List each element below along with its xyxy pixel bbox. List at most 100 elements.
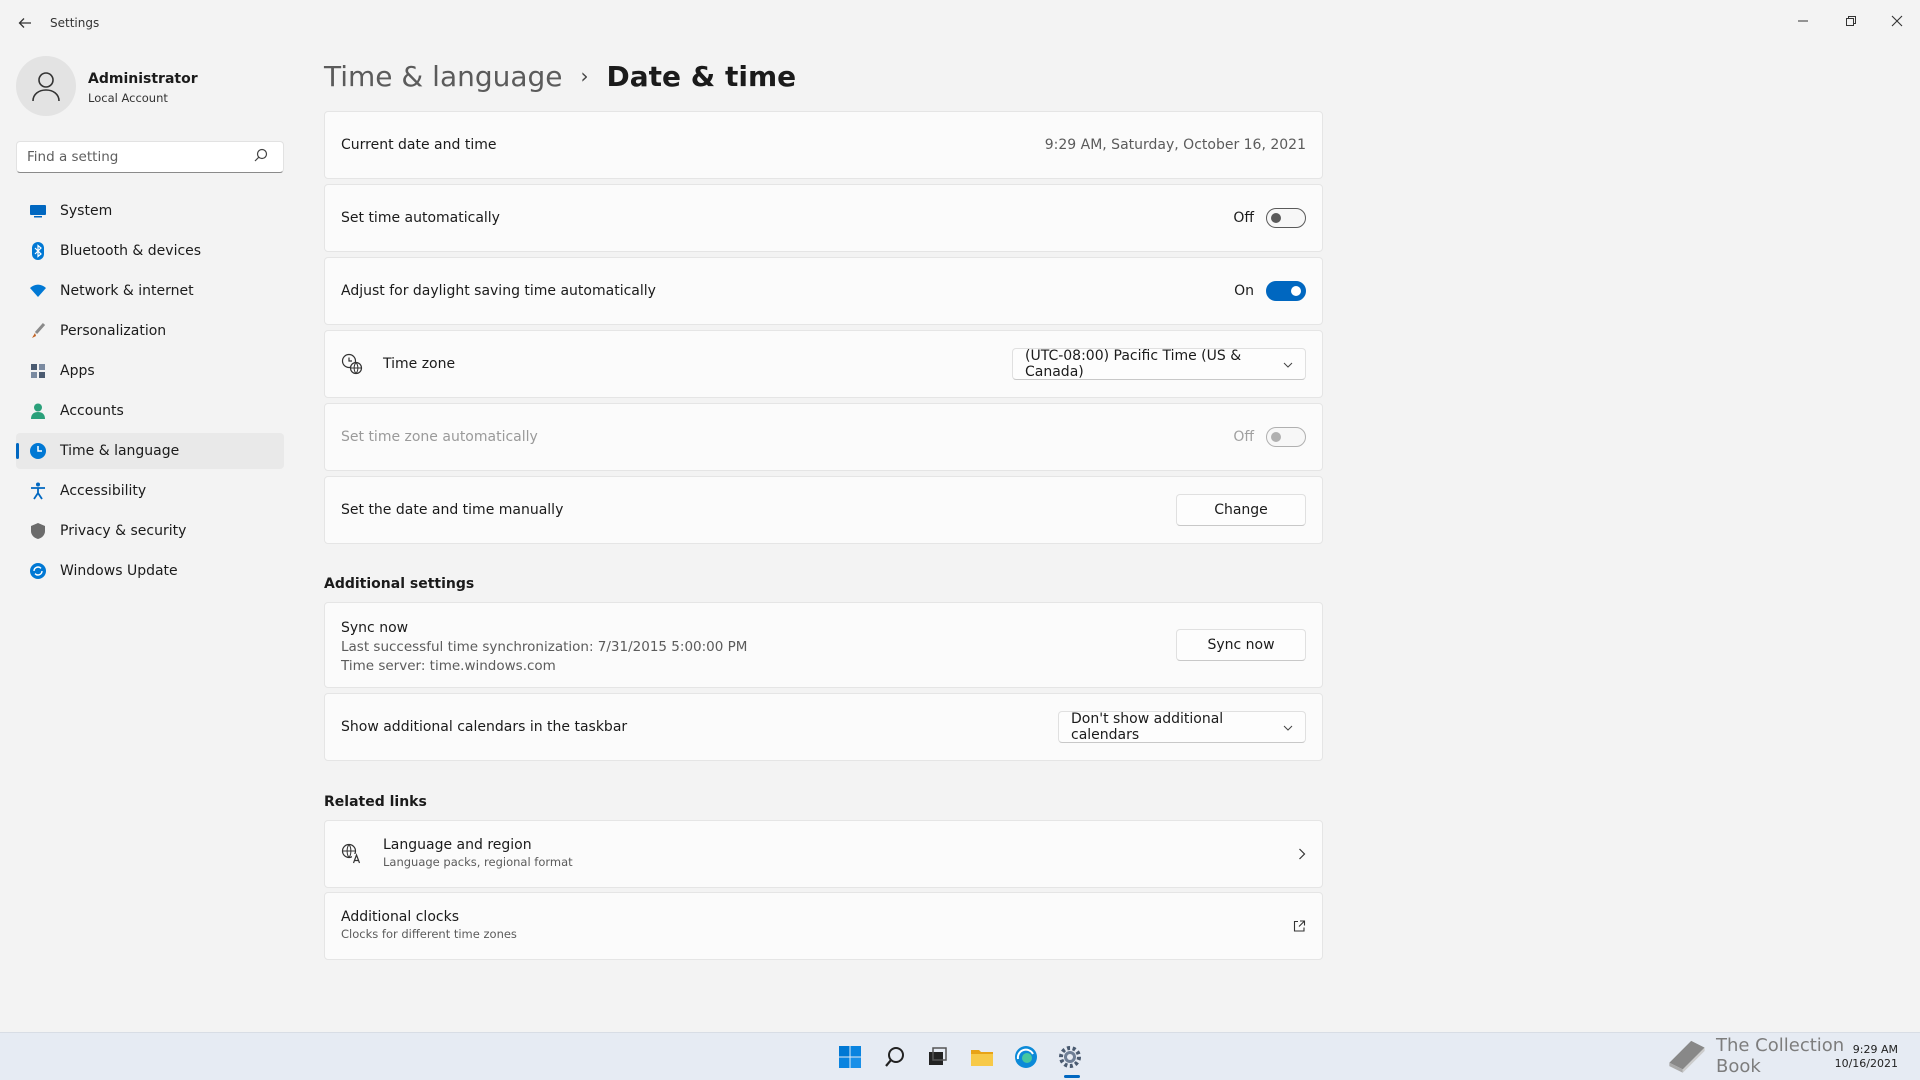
start-icon[interactable]: [834, 1041, 866, 1073]
edge-icon[interactable]: [1010, 1041, 1042, 1073]
toggle-knob: [1291, 286, 1301, 296]
sync-time-server: Time server: time.windows.com: [341, 658, 556, 674]
globe-clock-icon: [28, 441, 48, 461]
sidebar-item-time-language[interactable]: Time & language: [16, 433, 284, 469]
sidebar-item-label: Bluetooth & devices: [60, 243, 202, 259]
sidebar-nav: System Bluetooth & devices Network & int…: [16, 193, 284, 593]
sync-title: Sync now: [341, 620, 409, 636]
close-icon[interactable]: [1874, 6, 1920, 36]
breadcrumb-separator: ›: [580, 64, 589, 88]
user-name: Administrator: [88, 71, 198, 87]
sidebar-item-label: Accessibility: [60, 483, 147, 499]
open-external-icon: [1293, 920, 1306, 933]
sidebar-item-privacy[interactable]: Privacy & security: [16, 513, 284, 549]
sync-now-button[interactable]: Sync now: [1176, 629, 1306, 661]
back-arrow-icon[interactable]: [14, 12, 36, 34]
minimize-icon[interactable]: [1780, 6, 1826, 36]
clock-date: 10/16/2021: [1834, 1057, 1898, 1070]
task-view-icon[interactable]: [921, 1041, 953, 1073]
additional-calendars-control: Don't show additional calendars: [1058, 711, 1306, 743]
set-time-automatically-control: Off: [1233, 208, 1306, 228]
time-zone-label: Time zone: [383, 356, 456, 372]
set-time-zone-automatically-toggle: [1266, 427, 1306, 447]
toggle-state-text: Off: [1233, 429, 1254, 445]
set-time-automatically-card: Set time automatically Off: [324, 184, 1323, 252]
set-date-time-manually-card: Set the date and time manually Change: [324, 476, 1323, 544]
monitor-icon: [28, 201, 48, 221]
page-title: Date & time: [606, 59, 797, 93]
sidebar-item-label: Personalization: [60, 323, 167, 339]
daylight-saving-control: On: [1234, 281, 1306, 301]
chevron-down-icon: [1283, 721, 1293, 734]
toggle-knob: [1271, 432, 1281, 442]
sidebar-item-network[interactable]: Network & internet: [16, 273, 284, 309]
breadcrumb-parent[interactable]: Time & language: [324, 60, 563, 93]
language-icon: [341, 843, 363, 865]
additional-clocks-subtitle: Clocks for different time zones: [341, 927, 517, 941]
set-time-zone-automatically-label: Set time zone automatically: [341, 429, 538, 445]
apps-icon: [28, 361, 48, 381]
language-region-text: Language and region Language packs, regi…: [383, 837, 573, 871]
file-explorer-icon[interactable]: [966, 1041, 998, 1073]
additional-clocks-link[interactable]: Additional clocks Clocks for different t…: [324, 892, 1323, 960]
search-icon[interactable]: [879, 1041, 911, 1073]
restore-icon[interactable]: [1828, 6, 1874, 36]
sidebar-item-system[interactable]: System: [16, 193, 284, 229]
sidebar-item-accounts[interactable]: Accounts: [16, 393, 284, 429]
additional-clocks-text: Additional clocks Clocks for different t…: [341, 909, 517, 943]
toggle-state-text: On: [1234, 283, 1254, 299]
set-date-time-manually-label: Set the date and time manually: [341, 502, 564, 518]
sidebar-item-label: Accounts: [60, 403, 124, 419]
additional-calendars-dropdown[interactable]: Don't show additional calendars: [1058, 711, 1306, 743]
additional-calendars-label: Show additional calendars in the taskbar: [341, 719, 628, 735]
sync-last-time: Last successful time synchronization: 7/…: [341, 639, 748, 655]
sync-now-card: Sync now Last successful time synchroniz…: [324, 602, 1323, 688]
selection-indicator: [16, 443, 19, 459]
globe-clock-icon: [341, 353, 363, 375]
change-button[interactable]: Change: [1176, 494, 1306, 526]
set-time-zone-automatically-card: Set time zone automatically Off: [324, 403, 1323, 471]
language-region-subtitle: Language packs, regional format: [383, 855, 573, 869]
set-time-automatically-label: Set time automatically: [341, 210, 500, 226]
sidebar-item-bluetooth[interactable]: Bluetooth & devices: [16, 233, 284, 269]
title-bar: Settings: [0, 0, 1920, 48]
shield-icon: [28, 521, 48, 541]
set-time-automatically-toggle[interactable]: [1266, 208, 1306, 228]
language-region-link[interactable]: Language and region Language packs, regi…: [324, 820, 1323, 888]
sidebar-item-label: Network & internet: [60, 283, 194, 299]
bluetooth-icon: [28, 241, 48, 261]
sidebar-item-label: System: [60, 203, 113, 219]
account-type: Local Account: [88, 91, 168, 105]
daylight-saving-card: Adjust for daylight saving time automati…: [324, 257, 1323, 325]
book-icon: [1669, 1040, 1705, 1073]
additional-calendars-value: Don't show additional calendars: [1071, 711, 1224, 743]
additional-clocks-title: Additional clocks: [341, 909, 459, 925]
settings-icon[interactable]: [1054, 1041, 1086, 1073]
sidebar-item-windows-update[interactable]: Windows Update: [16, 553, 284, 589]
time-zone-value: (UTC-08:00) Pacific Time (US & Canada): [1025, 348, 1242, 380]
sidebar-item-personalization[interactable]: Personalization: [16, 313, 284, 349]
avatar[interactable]: [16, 56, 76, 116]
breadcrumb: Time & language › Date & time: [324, 54, 796, 98]
time-zone-dropdown[interactable]: (UTC-08:00) Pacific Time (US & Canada): [1012, 348, 1306, 380]
related-links-heading: Related links: [324, 794, 427, 810]
sidebar-item-apps[interactable]: Apps: [16, 353, 284, 389]
toggle-knob: [1271, 213, 1281, 223]
chevron-down-icon: [1283, 358, 1293, 371]
current-date-time-value: 9:29 AM, Saturday, October 16, 2021: [1044, 137, 1306, 153]
search-input[interactable]: [16, 141, 284, 173]
brush-icon: [28, 321, 48, 341]
system-clock[interactable]: 9:29 AM 10/16/2021: [1835, 1043, 1898, 1071]
person-icon: [28, 401, 48, 421]
search-icon[interactable]: [254, 148, 276, 166]
sidebar-item-label: Time & language: [60, 443, 180, 459]
daylight-saving-toggle[interactable]: [1266, 281, 1306, 301]
daylight-saving-label: Adjust for daylight saving time automati…: [341, 283, 656, 299]
language-region-title: Language and region: [383, 837, 532, 853]
additional-calendars-card: Show additional calendars in the taskbar…: [324, 693, 1323, 761]
chevron-right-icon: [1298, 848, 1306, 860]
current-date-time-card: Current date and time 9:29 AM, Saturday,…: [324, 111, 1323, 179]
app-title: Settings: [50, 16, 100, 30]
sidebar-item-accessibility[interactable]: Accessibility: [16, 473, 284, 509]
taskbar: [0, 1032, 1920, 1080]
